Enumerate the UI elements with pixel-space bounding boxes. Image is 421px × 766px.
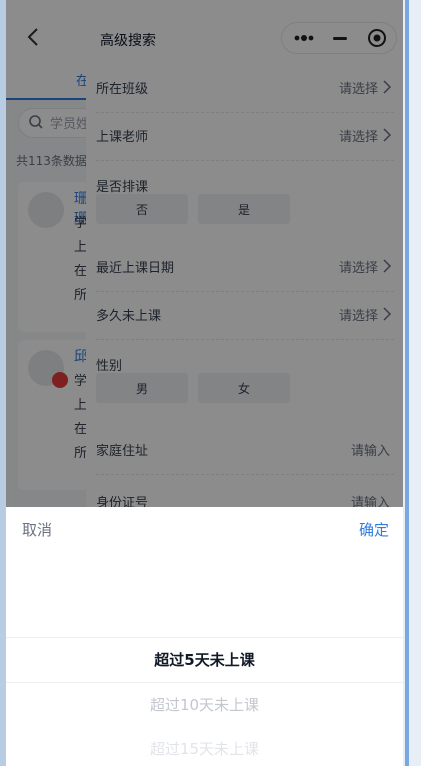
- dim-overlay[interactable]: [6, 0, 403, 507]
- bottom-picker: 取消 确定 超过5天未上课 超过10天未上课 超过15天未上课: [6, 507, 403, 766]
- cancel-button[interactable]: 取消: [22, 519, 52, 540]
- phone-frame: 在 学员姓 共113条数据 珊珊 学管 上课 在读 所在 邱 学管 上课: [6, 0, 403, 766]
- side-strip: [403, 0, 421, 766]
- confirm-button[interactable]: 确定: [359, 519, 389, 540]
- picker-option[interactable]: 超过15天未上课: [6, 738, 403, 759]
- side-strip-line: [405, 0, 409, 766]
- picker-option-selected[interactable]: 超过5天未上课: [6, 649, 403, 670]
- picker-option[interactable]: 超过10天未上课: [6, 694, 403, 715]
